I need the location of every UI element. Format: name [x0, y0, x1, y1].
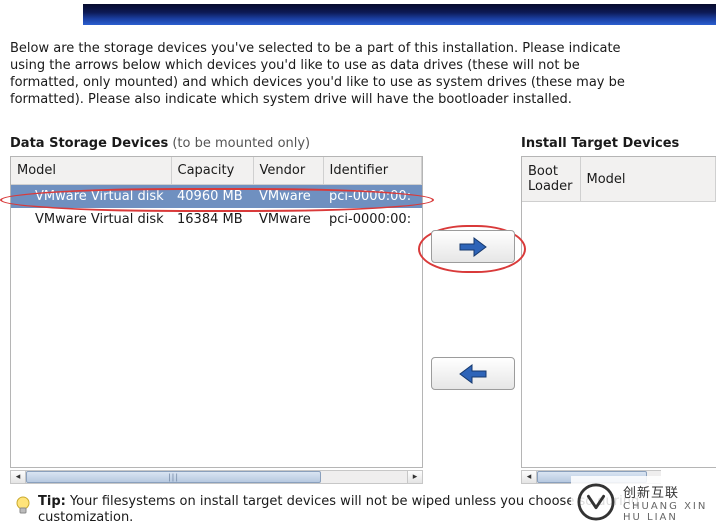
- table-row[interactable]: VMware Virtual disk 40960 MB VMware pci-…: [11, 185, 422, 209]
- arrow-right-icon: [458, 236, 488, 258]
- install-target-table[interactable]: Boot Loader Model: [521, 156, 716, 468]
- cell-capacity: 40960 MB: [171, 185, 253, 209]
- data-storage-title: Data Storage Devices: [10, 136, 168, 151]
- cell-capacity: 16384 MB: [171, 208, 253, 231]
- tip-label: Tip:: [38, 494, 66, 509]
- intro-text: Below are the storage devices you've sel…: [10, 40, 650, 108]
- header-band: [83, 4, 716, 25]
- lightbulb-icon: [16, 496, 30, 516]
- tip-body: Your filesystems on install target devic…: [38, 494, 639, 525]
- watermark: 创新互联 CHUANG XIN HU LIAN: [571, 476, 716, 528]
- move-right-button[interactable]: [431, 230, 515, 263]
- cell-identifier: pci-0000:00:: [323, 208, 422, 231]
- col-vendor[interactable]: Vendor: [253, 157, 323, 185]
- scroll-left-icon[interactable]: ◂: [11, 471, 26, 483]
- data-storage-subtitle: (to be mounted only): [168, 136, 310, 151]
- col-capacity[interactable]: Capacity: [171, 157, 253, 185]
- install-target-heading: Install Target Devices: [521, 136, 679, 151]
- col-model[interactable]: Model: [11, 157, 171, 185]
- left-table-scrollbar[interactable]: ◂ ||| ▸: [10, 470, 423, 484]
- watermark-logo-icon: [577, 483, 615, 521]
- table-header-row: Model Capacity Vendor Identifier: [11, 157, 422, 185]
- cell-vendor: VMware: [253, 185, 323, 209]
- cell-model: VMware Virtual disk: [11, 208, 171, 231]
- move-left-button[interactable]: [431, 357, 515, 390]
- watermark-text: 创新互联: [623, 482, 716, 501]
- scroll-left-icon[interactable]: ◂: [522, 471, 537, 483]
- scroll-right-icon[interactable]: ▸: [407, 471, 422, 483]
- table-row[interactable]: VMware Virtual disk 16384 MB VMware pci-…: [11, 208, 422, 231]
- scroll-thumb[interactable]: |||: [26, 471, 321, 483]
- cell-vendor: VMware: [253, 208, 323, 231]
- cell-model: VMware Virtual disk: [11, 185, 171, 209]
- col-boot-loader[interactable]: Boot Loader: [522, 157, 580, 202]
- cell-identifier: pci-0000:00:: [323, 185, 422, 209]
- scroll-track[interactable]: |||: [26, 471, 407, 483]
- table-header-row: Boot Loader Model: [522, 157, 716, 202]
- watermark-subtext: CHUANG XIN HU LIAN: [623, 501, 716, 523]
- arrow-left-icon: [458, 363, 488, 385]
- data-storage-table[interactable]: Model Capacity Vendor Identifier VMware …: [10, 156, 423, 468]
- col-identifier[interactable]: Identifier: [323, 157, 422, 185]
- col-model[interactable]: Model: [580, 157, 716, 202]
- data-storage-heading: Data Storage Devices (to be mounted only…: [10, 136, 310, 151]
